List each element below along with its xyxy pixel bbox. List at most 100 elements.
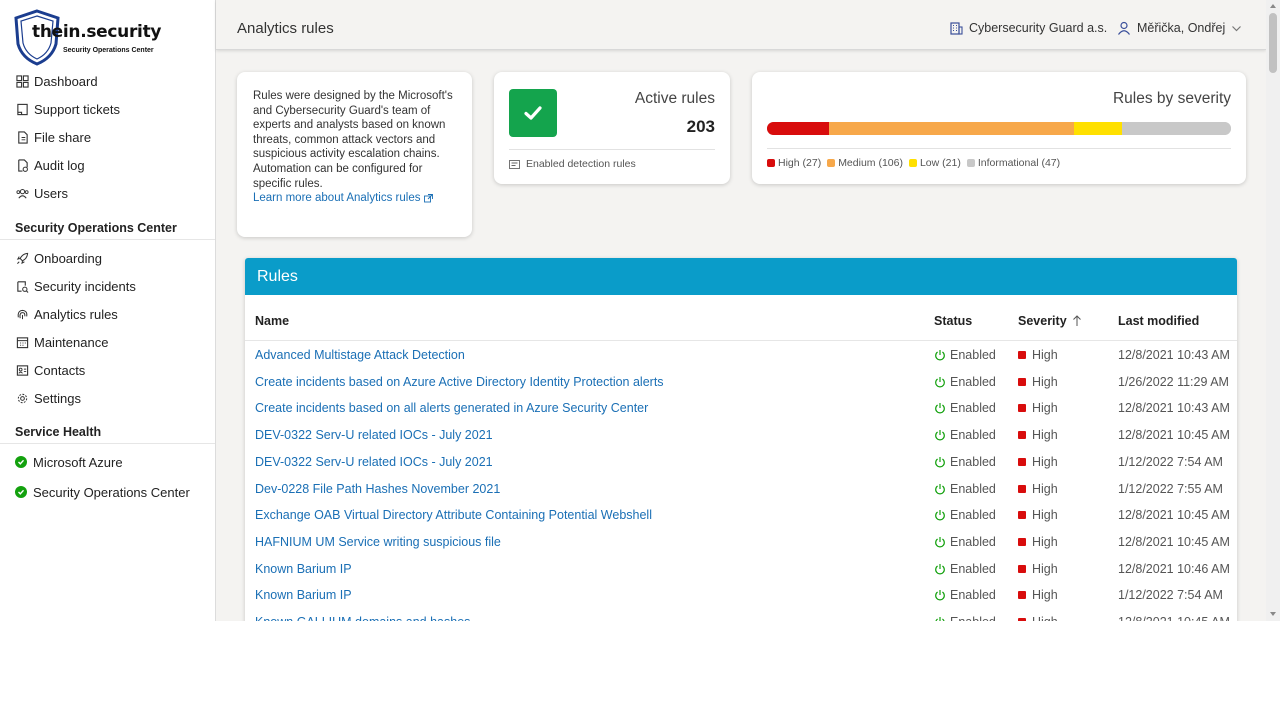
- table-row[interactable]: Known Barium IP Enabled High 1/12/2022 7:54…: [245, 582, 1237, 609]
- health-item-microsoft-azure[interactable]: Microsoft Azure: [0, 448, 215, 476]
- legend-item: Medium (106): [827, 157, 903, 169]
- table-row[interactable]: Create incidents based on Azure Active D…: [245, 369, 1237, 396]
- table-row[interactable]: Exchange OAB Virtual Directory Attribute…: [245, 502, 1237, 529]
- rule-status: Enabled: [934, 562, 996, 576]
- sidebar-item-maintenance[interactable]: Maintenance: [0, 328, 215, 356]
- table-row[interactable]: DEV-0322 Serv-U related IOCs - July 2021…: [245, 449, 1237, 476]
- rule-name-link[interactable]: Known Barium IP: [255, 588, 352, 602]
- rule-last-modified: 12/8/2021 10:45 AM: [1118, 534, 1230, 549]
- sidebar-item-audit-log[interactable]: Audit log: [0, 151, 215, 179]
- rule-name-link[interactable]: Known GALLIUM domains and hashes: [255, 615, 470, 621]
- sidebar-item-security-incidents[interactable]: Security incidents: [0, 272, 215, 300]
- rule-name-link[interactable]: Known Barium IP: [255, 562, 352, 576]
- rule-last-modified: 12/8/2021 10:45 AM: [1118, 615, 1230, 621]
- users-icon: [15, 186, 29, 200]
- scroll-thumb[interactable]: [1269, 13, 1277, 73]
- legend-item: High (27): [767, 157, 821, 169]
- scrollbar[interactable]: [1266, 0, 1280, 621]
- severity-card: Rules by severity High (27) Medium (106) L…: [752, 72, 1246, 184]
- divider: [0, 239, 215, 240]
- rule-name-link[interactable]: DEV-0322 Serv-U related IOCs - July 2021: [255, 428, 493, 442]
- rule-name-link[interactable]: DEV-0322 Serv-U related IOCs - July 2021: [255, 455, 493, 469]
- health-item-label: Security Operations Center: [33, 484, 190, 500]
- rule-status: Enabled: [934, 375, 996, 389]
- scroll-down-icon[interactable]: [1269, 610, 1277, 618]
- column-header-severity-label: Severity: [1018, 314, 1067, 328]
- sidebar-item-dashboard[interactable]: Dashboard: [0, 67, 215, 95]
- health-item-soc[interactable]: Security Operations Center: [0, 478, 215, 506]
- sidebar-item-onboarding[interactable]: Onboarding: [0, 244, 215, 272]
- rule-severity-label: High: [1032, 508, 1058, 523]
- rule-last-modified: 12/8/2021 10:45 AM: [1118, 428, 1230, 443]
- sidebar-item-label: Contacts: [34, 362, 86, 378]
- rule-severity: High: [1018, 615, 1058, 621]
- divider: [0, 443, 215, 444]
- rule-severity: High: [1018, 428, 1058, 442]
- sidebar-item-analytics-rules[interactable]: Analytics rules: [0, 300, 215, 328]
- rule-name-link[interactable]: Dev-0228 File Path Hashes November 2021: [255, 482, 500, 496]
- dashboard-icon: [15, 74, 29, 88]
- power-icon: [935, 590, 945, 601]
- learn-more-label: Learn more about Analytics rules: [253, 192, 421, 205]
- brand-logo[interactable]: thein.security Security Operations Cente…: [12, 8, 192, 66]
- table-row[interactable]: Known Barium IP Enabled High 12/8/2021 10:4…: [245, 556, 1237, 583]
- contacts-icon: [15, 363, 29, 377]
- rule-status: Enabled: [934, 615, 996, 621]
- external-link-icon: [424, 194, 434, 203]
- sidebar-item-file-share[interactable]: File share: [0, 123, 215, 151]
- learn-more-link[interactable]: Learn more about Analytics rules: [253, 191, 434, 206]
- power-icon: [935, 536, 945, 548]
- sidebar-item-support-tickets[interactable]: Support tickets: [0, 95, 215, 123]
- rule-name-link[interactable]: Advanced Multistage Attack Detection: [255, 348, 465, 362]
- power-icon: [935, 483, 945, 494]
- rule-status-label: Enabled: [950, 615, 996, 621]
- column-header-last-modified[interactable]: Last modified: [1118, 314, 1199, 328]
- table-row[interactable]: DEV-0322 Serv-U related IOCs - July 2021…: [245, 422, 1237, 449]
- table-row[interactable]: Advanced Multistage Attack Detection Enab…: [245, 342, 1237, 369]
- rule-last-modified: 12/8/2021 10:46 AM: [1118, 561, 1230, 576]
- rule-name-link[interactable]: HAFNIUM UM Service writing suspicious fi…: [255, 535, 501, 549]
- active-rules-footer-label: Enabled detection rules: [526, 158, 636, 170]
- table-row[interactable]: Create incidents based on all alerts gen…: [245, 395, 1237, 422]
- column-header-status[interactable]: Status: [934, 314, 972, 328]
- sidebar-item-users[interactable]: Users: [0, 179, 215, 207]
- table-row[interactable]: HAFNIUM UM Service writing suspicious fi…: [245, 529, 1237, 556]
- legend-label: Medium (106): [838, 157, 903, 169]
- column-header-severity[interactable]: Severity: [1018, 314, 1082, 328]
- severity-bar-segment: [829, 122, 1075, 135]
- power-icon: [935, 430, 945, 441]
- power-icon: [935, 350, 945, 361]
- rule-severity: High: [1018, 562, 1058, 576]
- sidebar-item-settings[interactable]: Settings: [0, 384, 215, 412]
- sidebar-item-label: Settings: [34, 390, 81, 406]
- status-ok-icon: [15, 486, 27, 498]
- file-icon: [15, 130, 29, 144]
- sidebar-item-label: Onboarding: [34, 250, 102, 266]
- table-row[interactable]: Known GALLIUM domains and hashes Enabled H…: [245, 609, 1237, 621]
- incident-icon: [15, 279, 29, 293]
- scroll-up-icon[interactable]: [1269, 2, 1277, 10]
- divider: [245, 340, 1237, 341]
- rule-severity-label: High: [1032, 348, 1058, 362]
- rule-last-modified: 12/8/2021 10:43 AM: [1118, 348, 1230, 362]
- legend-item: Low (21): [908, 157, 961, 169]
- rule-name-link[interactable]: Create incidents based on all alerts gen…: [255, 401, 648, 415]
- checkmark-icon: [509, 89, 557, 137]
- rule-name-link[interactable]: Exchange OAB Virtual Directory Attribute…: [255, 508, 652, 522]
- severity-high-icon: [1018, 457, 1026, 466]
- rule-name-link[interactable]: Create incidents based on Azure Active D…: [255, 375, 664, 389]
- table-row[interactable]: Dev-0228 File Path Hashes November 2021 E…: [245, 476, 1237, 503]
- user-name: Měřička, Ondřej: [1137, 21, 1226, 35]
- severity-high-icon: [1018, 377, 1026, 386]
- organization-selector[interactable]: Cybersecurity Guard a.s.: [949, 21, 1107, 35]
- sidebar-item-label: Dashboard: [34, 73, 98, 89]
- sidebar-item-contacts[interactable]: Contacts: [0, 356, 215, 384]
- rule-severity-label: High: [1032, 534, 1058, 549]
- chevron-down-icon: [1232, 25, 1242, 31]
- info-card: Rules were designed by the Microsoft's a…: [237, 72, 472, 237]
- legend-swatch: [827, 159, 836, 167]
- user-menu[interactable]: Měřička, Ondřej: [1117, 21, 1248, 35]
- rule-last-modified: 12/8/2021 10:45 AM: [1118, 508, 1230, 523]
- column-header-name[interactable]: Name: [255, 314, 289, 328]
- severity-bar: [767, 122, 1231, 135]
